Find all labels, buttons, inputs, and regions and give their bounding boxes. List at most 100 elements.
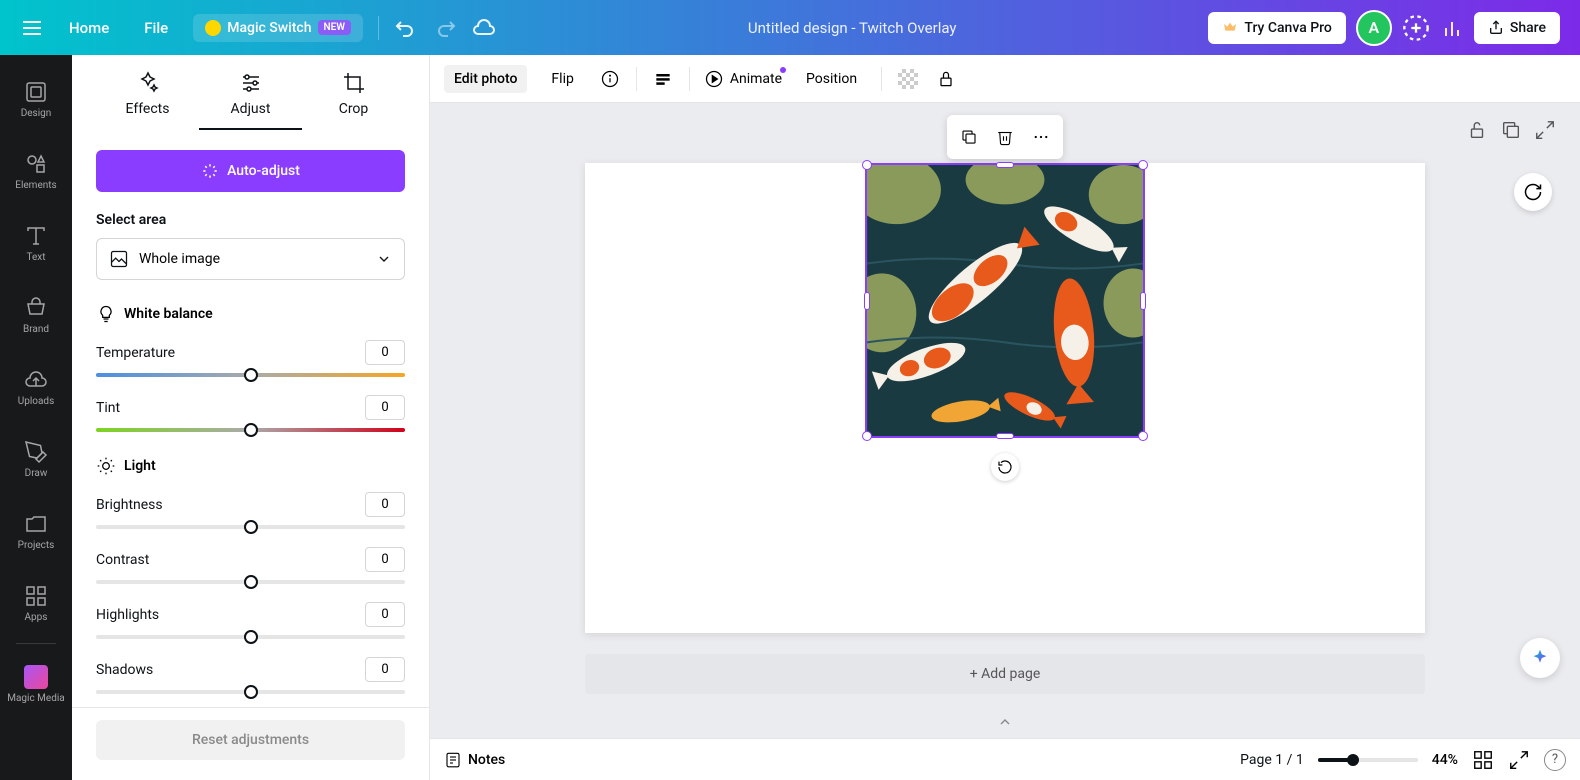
slider-thumb[interactable] — [244, 423, 258, 437]
flip-button[interactable]: Flip — [541, 65, 583, 93]
try-pro-label: Try Canva Pro — [1244, 20, 1331, 36]
resize-handle-tl[interactable] — [862, 160, 872, 170]
resize-edge-top[interactable] — [996, 162, 1014, 168]
highlights-slider[interactable] — [96, 635, 405, 639]
regenerate-fab[interactable] — [1514, 173, 1552, 211]
resize-handle-br[interactable] — [1138, 431, 1148, 441]
sidebar-item-design[interactable]: Design — [0, 63, 72, 135]
grid-view-icon[interactable] — [1472, 749, 1494, 771]
rotate-handle[interactable] — [991, 453, 1019, 481]
highlights-input[interactable] — [365, 602, 405, 627]
sidebar-item-projects[interactable]: Projects — [0, 495, 72, 567]
redo-icon[interactable] — [433, 16, 457, 40]
share-icon — [1488, 20, 1504, 36]
sidebar-item-apps[interactable]: Apps — [0, 567, 72, 639]
contrast-input[interactable] — [365, 547, 405, 572]
temperature-slider-row: Temperature — [96, 340, 405, 377]
magic-switch-label: Magic Switch — [227, 20, 311, 36]
share-button[interactable]: Share — [1474, 12, 1560, 44]
fullscreen-icon[interactable] — [1508, 749, 1530, 771]
brightness-slider-row: Brightness — [96, 492, 405, 529]
image-selection[interactable] — [865, 163, 1145, 438]
resize-edge-left[interactable] — [864, 292, 870, 310]
collapse-handle[interactable] — [985, 714, 1025, 730]
tab-label: Adjust — [231, 101, 271, 117]
file-menu[interactable]: File — [134, 13, 178, 43]
notes-button[interactable]: Notes — [444, 751, 505, 769]
lock-page-icon[interactable] — [1466, 119, 1488, 141]
reset-adjustments-button[interactable]: Reset adjustments — [96, 720, 405, 760]
tab-crop[interactable]: Crop — [302, 71, 405, 129]
lock-icon[interactable] — [934, 67, 958, 91]
shadows-input[interactable] — [365, 657, 405, 682]
contrast-slider-row: Contrast — [96, 547, 405, 584]
edit-photo-button[interactable]: Edit photo — [444, 65, 527, 93]
zoom-slider-thumb[interactable] — [1347, 754, 1359, 766]
info-icon[interactable] — [598, 67, 622, 91]
expand-page-icon[interactable] — [1534, 119, 1556, 141]
menu-icon[interactable] — [20, 16, 44, 40]
sparkle-icon — [201, 162, 219, 180]
slider-thumb[interactable] — [244, 630, 258, 644]
more-icon[interactable] — [1025, 121, 1057, 153]
select-area-dropdown[interactable]: Whole image — [96, 238, 405, 280]
slider-thumb[interactable] — [244, 575, 258, 589]
style-icon[interactable] — [651, 67, 675, 91]
magic-switch-button[interactable]: Magic Switch NEW — [193, 14, 363, 42]
help-button[interactable]: ? — [1544, 749, 1566, 771]
koi-image[interactable] — [867, 165, 1143, 436]
duplicate-icon[interactable] — [953, 121, 985, 153]
undo-icon[interactable] — [394, 16, 418, 40]
sidebar-item-uploads[interactable]: Uploads — [0, 351, 72, 423]
assistant-fab[interactable] — [1520, 638, 1560, 678]
tab-effects[interactable]: Effects — [96, 71, 199, 129]
shadows-slider[interactable] — [96, 690, 405, 694]
animate-button[interactable]: Animate — [704, 69, 782, 89]
temperature-input[interactable] — [365, 340, 405, 365]
sidebar-item-elements[interactable]: Elements — [0, 135, 72, 207]
add-member-icon[interactable] — [1402, 14, 1430, 42]
tint-input[interactable] — [365, 395, 405, 420]
chevron-down-icon — [376, 251, 392, 267]
position-button[interactable]: Position — [796, 65, 867, 93]
brightness-input[interactable] — [365, 492, 405, 517]
try-canva-pro-button[interactable]: Try Canva Pro — [1208, 12, 1345, 44]
resize-edge-right[interactable] — [1140, 292, 1146, 310]
left-sidebar: Design Elements Text Brand Uploads Draw … — [0, 55, 72, 780]
avatar[interactable]: A — [1356, 10, 1392, 46]
add-page-button[interactable]: + Add page — [585, 654, 1425, 694]
cloud-sync-icon[interactable] — [472, 16, 496, 40]
tab-adjust[interactable]: Adjust — [199, 71, 302, 129]
canvas-page[interactable] — [585, 163, 1425, 633]
sidebar-item-draw[interactable]: Draw — [0, 423, 72, 495]
slider-thumb[interactable] — [244, 520, 258, 534]
notes-icon — [444, 751, 462, 769]
slider-thumb[interactable] — [244, 685, 258, 699]
sidebar-item-text[interactable]: Text — [0, 207, 72, 279]
home-link[interactable]: Home — [59, 13, 119, 43]
tint-slider[interactable] — [96, 428, 405, 432]
canvas-area[interactable]: + Add page — [430, 103, 1580, 738]
temperature-slider[interactable] — [96, 373, 405, 377]
brightness-slider[interactable] — [96, 525, 405, 529]
document-title[interactable]: Untitled design - Twitch Overlay — [748, 19, 957, 37]
image-icon — [109, 249, 129, 269]
duplicate-page-icon[interactable] — [1500, 119, 1522, 141]
auto-adjust-button[interactable]: Auto-adjust — [96, 150, 405, 192]
zoom-label[interactable]: 44% — [1432, 752, 1458, 768]
resize-handle-bl[interactable] — [862, 431, 872, 441]
panel-scroll[interactable]: Auto-adjust Select area Whole image Whit… — [72, 130, 429, 707]
delete-icon[interactable] — [989, 121, 1021, 153]
resize-handle-tr[interactable] — [1138, 160, 1148, 170]
transparency-icon[interactable] — [896, 67, 920, 91]
insights-icon[interactable] — [1440, 16, 1464, 40]
contrast-label: Contrast — [96, 552, 149, 568]
light-header: Light — [96, 456, 405, 476]
slider-thumb[interactable] — [244, 368, 258, 382]
contrast-slider[interactable] — [96, 580, 405, 584]
sidebar-item-brand[interactable]: Brand — [0, 279, 72, 351]
rotate-icon — [997, 459, 1013, 475]
sidebar-item-magic-media[interactable]: Magic Media — [0, 648, 72, 720]
resize-edge-bottom[interactable] — [996, 433, 1014, 439]
zoom-slider[interactable] — [1318, 758, 1418, 762]
